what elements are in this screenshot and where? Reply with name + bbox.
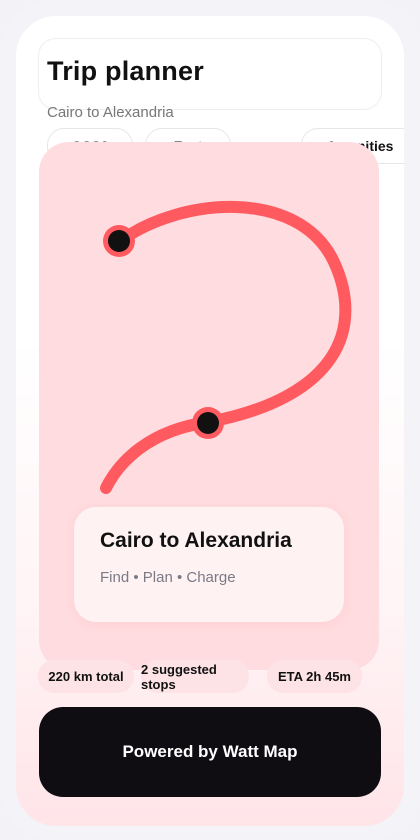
route-line xyxy=(100,200,352,494)
start-marker-dot xyxy=(108,230,130,252)
app-screen: Trip planner Cairo to Alexandria CCS2 Fa… xyxy=(16,16,404,826)
phone-frame: Trip planner Cairo to Alexandria CCS2 Fa… xyxy=(0,0,420,840)
route-info-card[interactable]: Cairo to Alexandria Find • Plan • Charge xyxy=(74,507,344,622)
page-title: Trip planner xyxy=(47,56,204,86)
route-map[interactable]: Cairo to Alexandria Find • Plan • Charge xyxy=(39,142,379,670)
stat-distance: 220 km total xyxy=(38,660,134,693)
powered-by-button[interactable]: Powered by Watt Map xyxy=(39,707,381,797)
route-info-subtitle: Find • Plan • Charge xyxy=(100,569,236,586)
stat-stops: 2 suggested stops xyxy=(141,660,249,693)
stat-eta: ETA 2h 45m xyxy=(267,660,362,693)
route-info-title: Cairo to Alexandria xyxy=(100,529,292,552)
stop-marker-dot xyxy=(197,412,219,434)
route-subtitle: Cairo to Alexandria xyxy=(47,104,174,121)
